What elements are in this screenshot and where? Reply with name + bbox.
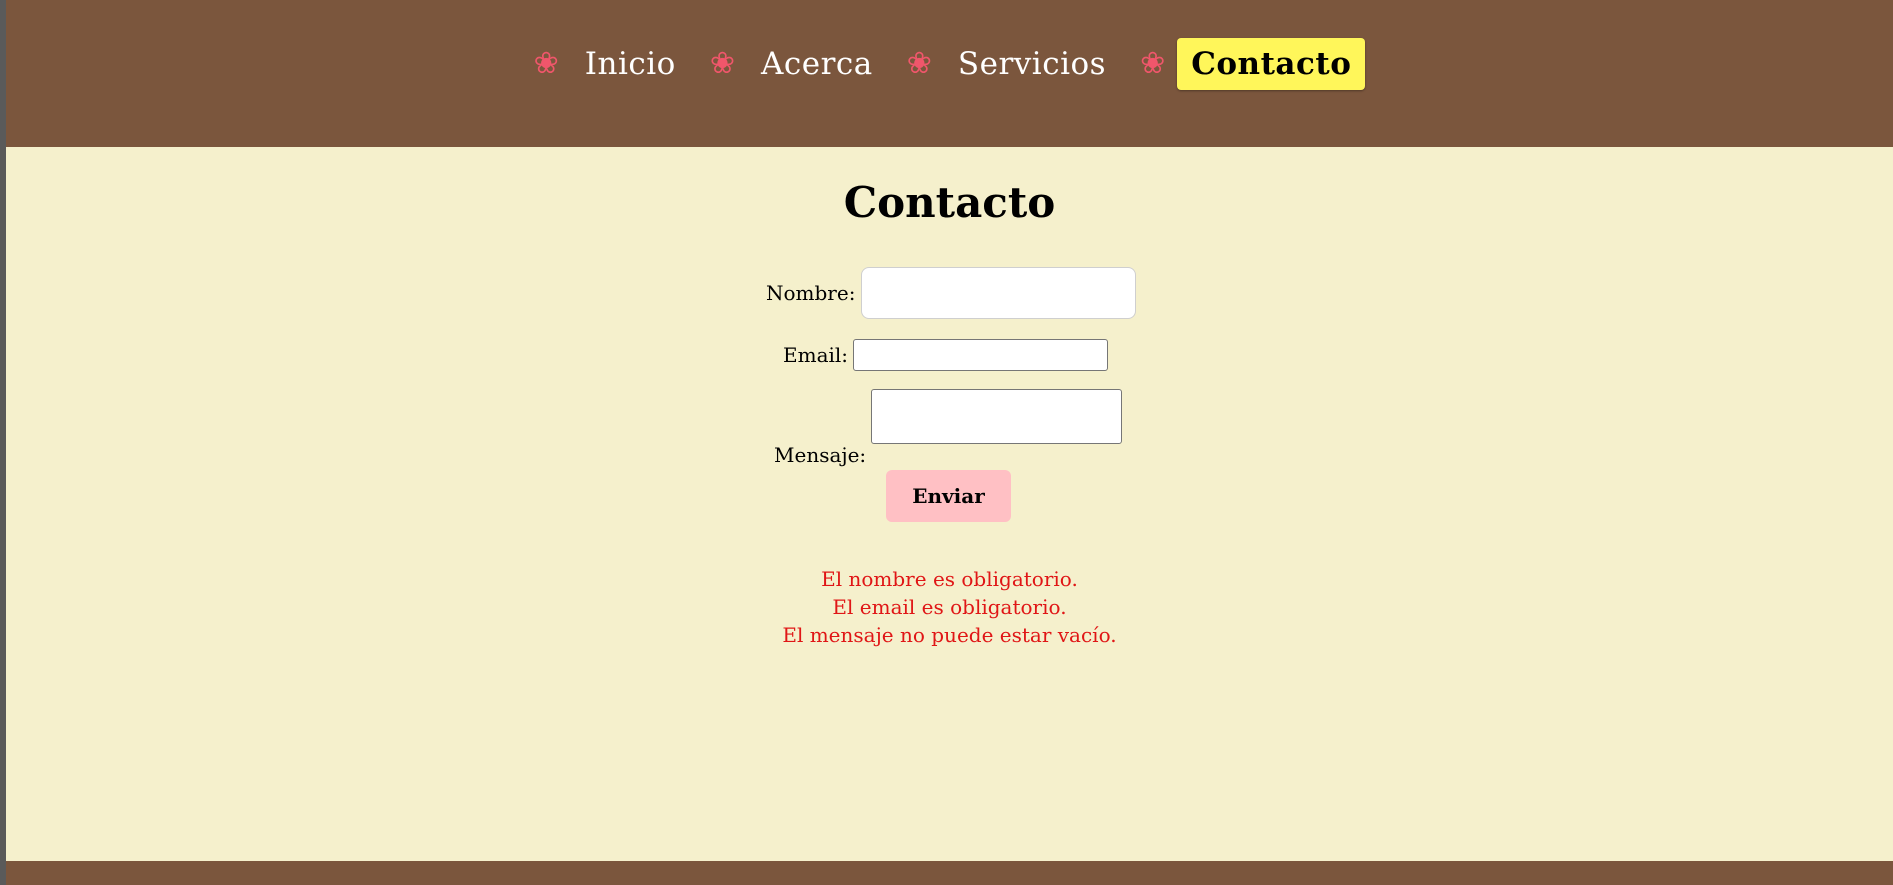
message-label: Mensaje: (774, 443, 867, 467)
nav-item-inicio: ❀ Inicio (534, 38, 690, 90)
flower-icon: ❀ (1140, 46, 1166, 81)
email-row: Email: (783, 339, 1109, 371)
error-email-required: El email es obligatorio. (832, 595, 1067, 619)
flower-icon: ❀ (533, 46, 559, 81)
email-input[interactable] (853, 339, 1109, 371)
flower-icon: ❀ (709, 46, 735, 81)
nav-link-contacto[interactable]: Contacto (1177, 38, 1366, 90)
error-message-empty: El mensaje no puede estar vacío. (782, 623, 1117, 647)
nav-link-servicios[interactable]: Servicios (944, 38, 1120, 90)
nav-list: ❀ Inicio ❀ Acerca ❀ Servicios ❀ Contacto (6, 38, 1893, 90)
error-name-required: El nombre es obligatorio. (821, 567, 1078, 591)
page-title: Contacto (843, 178, 1056, 227)
top-navbar: ❀ Inicio ❀ Acerca ❀ Servicios ❀ Contacto (6, 0, 1893, 147)
footer-bar (6, 861, 1893, 885)
nav-link-acerca[interactable]: Acerca (747, 38, 887, 90)
flower-icon: ❀ (906, 46, 932, 81)
nav-item-contacto: ❀ Contacto (1140, 38, 1366, 90)
nav-item-acerca: ❀ Acerca (710, 38, 887, 90)
error-messages: El nombre es obligatorio. El email es ob… (6, 565, 1893, 649)
nav-link-inicio[interactable]: Inicio (571, 38, 690, 90)
page-frame: ❀ Inicio ❀ Acerca ❀ Servicios ❀ Contacto… (6, 0, 1893, 885)
nav-item-servicios: ❀ Servicios (907, 38, 1120, 90)
name-row: Nombre: (766, 267, 1137, 319)
message-textarea[interactable] (871, 389, 1122, 444)
submit-button[interactable]: Enviar (886, 470, 1011, 522)
email-label: Email: (783, 343, 849, 367)
name-label: Nombre: (766, 281, 856, 305)
name-input[interactable] (861, 267, 1137, 319)
